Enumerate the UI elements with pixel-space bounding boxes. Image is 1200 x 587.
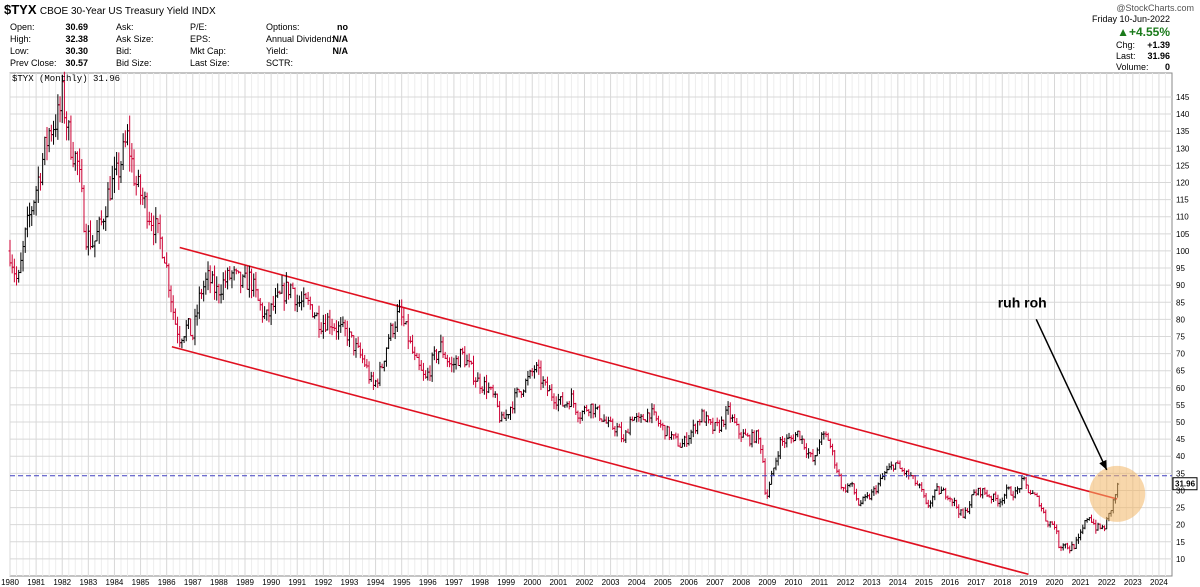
x-tick-label: 2015 (915, 578, 933, 587)
x-tick-label: 2011 (811, 578, 829, 587)
x-tick-label: 2021 (1072, 578, 1090, 587)
y-tick-label: 115 (1176, 196, 1189, 205)
x-tick-label: 2004 (628, 578, 646, 587)
x-tick-label: 2005 (654, 578, 672, 587)
x-tick-label: 2014 (889, 578, 907, 587)
x-tick-label: 2012 (837, 578, 855, 587)
y-tick-label: 75 (1176, 332, 1185, 341)
x-tick-label: 1992 (314, 578, 332, 587)
y-tick-label: 40 (1176, 452, 1185, 461)
x-tick-label: 1991 (288, 578, 306, 587)
x-tick-label: 1984 (106, 578, 124, 587)
x-tick-label: 1982 (53, 578, 71, 587)
x-tick-label: 2009 (758, 578, 776, 587)
x-tick-label: 1996 (419, 578, 437, 587)
x-tick-label: 2016 (941, 578, 959, 587)
x-tick-label: 1980 (1, 578, 19, 587)
x-tick-label: 2001 (549, 578, 567, 587)
x-tick-label: 2000 (523, 578, 541, 587)
y-tick-label: 90 (1176, 281, 1185, 290)
x-tick-label: 2006 (680, 578, 698, 587)
x-tick-label: 1985 (132, 578, 150, 587)
y-tick-label: 130 (1176, 144, 1190, 153)
y-tick-label: 60 (1176, 384, 1185, 393)
annotation-text: ruh roh (998, 294, 1047, 310)
y-tick-label: 80 (1176, 315, 1185, 324)
y-tick-label: 85 (1176, 298, 1185, 307)
y-tick-label: 110 (1176, 213, 1189, 222)
x-tick-label: 1990 (262, 578, 280, 587)
x-tick-label: 1987 (184, 578, 202, 587)
x-tick-label: 1981 (27, 578, 45, 587)
y-tick-label: 45 (1176, 435, 1185, 444)
x-tick-label: 2020 (1046, 578, 1064, 587)
y-tick-label: 55 (1176, 401, 1185, 410)
x-tick-label: 2010 (784, 578, 802, 587)
price-chart: ruh roh31.96 1980 1981 1982 1983 1984 1985 198… (1, 71, 1198, 587)
x-tick-label: 2018 (993, 578, 1011, 587)
y-tick-label: 10 (1176, 555, 1185, 564)
x-tick-label: 2022 (1098, 578, 1116, 587)
highlight-circle (1089, 465, 1146, 522)
x-tick-label: 2023 (1124, 578, 1142, 587)
x-tick-label: 1999 (497, 578, 515, 587)
x-tick-label: 1998 (471, 578, 489, 587)
y-tick-label: 15 (1176, 538, 1185, 547)
x-tick-label: 1983 (79, 578, 97, 587)
y-tick-label: 125 (1176, 161, 1190, 170)
y-tick-label: 135 (1176, 127, 1190, 136)
x-tick-label: 2024 (1150, 578, 1168, 587)
x-tick-label: 1997 (445, 578, 463, 587)
y-tick-label: 20 (1176, 521, 1185, 530)
x-tick-label: 2008 (732, 578, 750, 587)
y-tick-label: 120 (1176, 178, 1190, 187)
y-tick-label: 25 (1176, 504, 1185, 513)
y-tick-label: 70 (1176, 350, 1185, 359)
y-tick-label: 35 (1176, 469, 1185, 478)
x-tick-label: 1994 (367, 578, 385, 587)
y-tick-label: 65 (1176, 367, 1185, 376)
y-tick-label: 145 (1176, 93, 1190, 102)
y-tick-label: 95 (1176, 264, 1185, 273)
x-tick-label: 1993 (341, 578, 359, 587)
x-tick-label: 1986 (158, 578, 176, 587)
y-tick-label: 100 (1176, 247, 1190, 256)
x-tick-label: 2002 (576, 578, 594, 587)
x-tick-label: 2019 (1019, 578, 1037, 587)
y-tick-label: 30 (1176, 486, 1185, 495)
x-tick-label: 2013 (863, 578, 881, 587)
chart-series-title: $TYX (Monthly) 31.96 (12, 74, 120, 84)
x-tick-label: 1989 (236, 578, 254, 587)
x-tick-label: 2017 (967, 578, 985, 587)
x-tick-label: 1988 (210, 578, 228, 587)
y-tick-label: 105 (1176, 230, 1190, 239)
x-tick-label: 2003 (602, 578, 620, 587)
y-tick-label: 50 (1176, 418, 1185, 427)
y-tick-label: 140 (1176, 110, 1190, 119)
chart-page: { "header": { "symbol": "$TYX", "name": … (0, 0, 1200, 587)
x-tick-label: 2007 (706, 578, 724, 587)
x-tick-label: 1995 (393, 578, 411, 587)
